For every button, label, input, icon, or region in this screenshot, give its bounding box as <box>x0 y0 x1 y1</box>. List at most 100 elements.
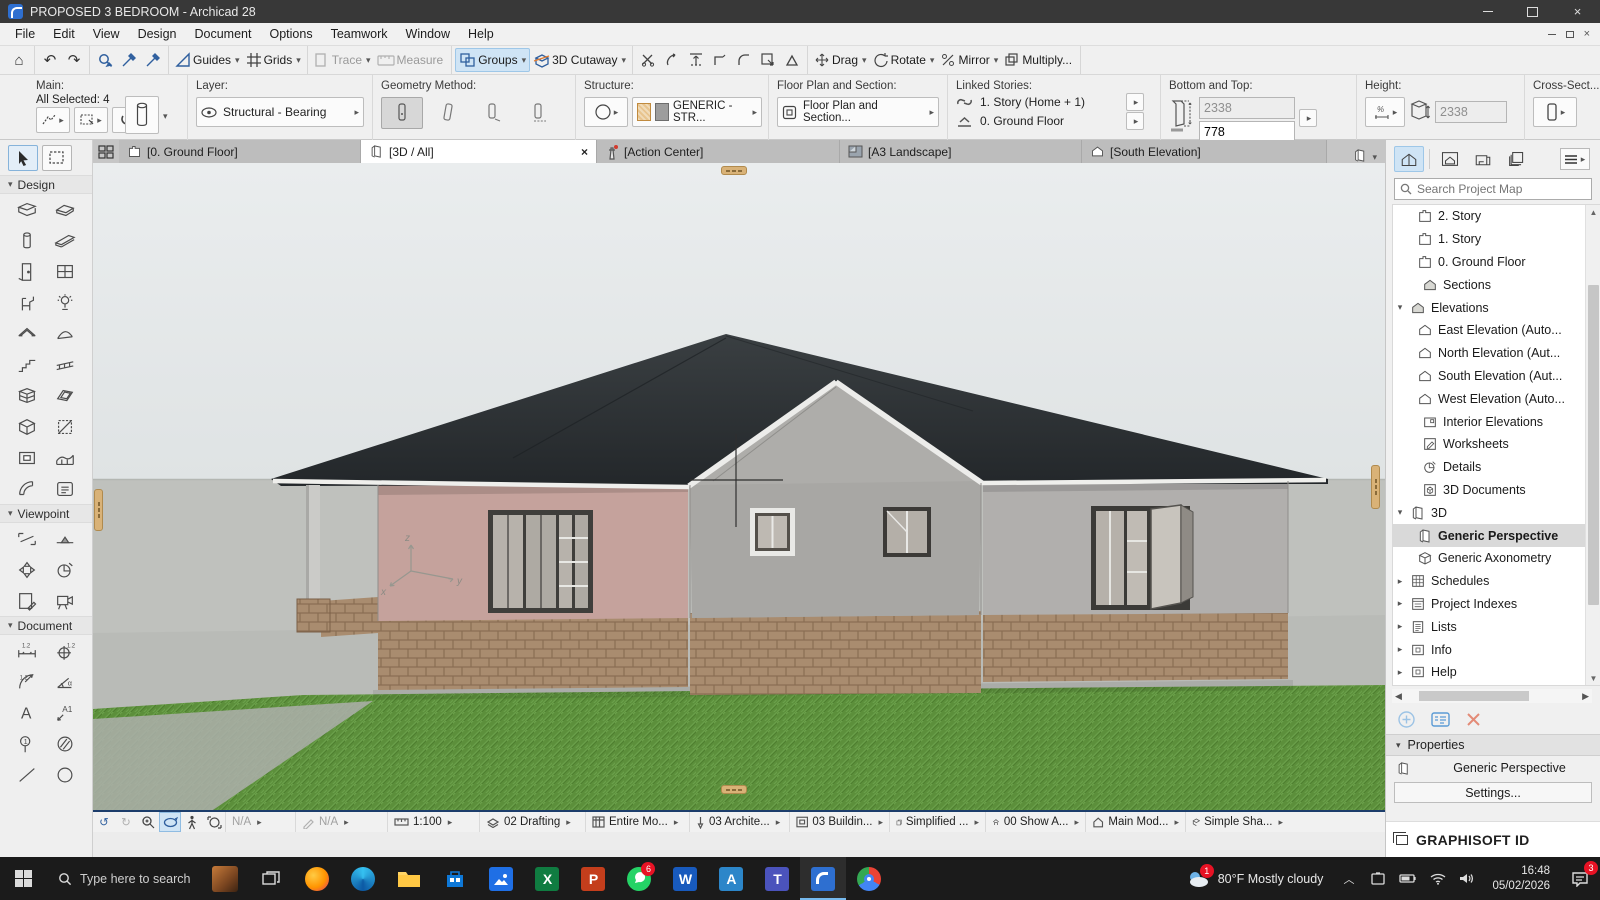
geometry-method-wall-button[interactable] <box>519 97 561 129</box>
multiply-button[interactable]: Multiply... <box>1001 48 1077 72</box>
tree-item-interior-elevations[interactable]: Interior Elevations <box>1393 410 1600 433</box>
graphic-override-selector[interactable]: N/A <box>295 812 387 832</box>
tree-item-project-indexes[interactable]: ▸Project Indexes <box>1393 593 1600 616</box>
find-select-button[interactable] <box>93 48 117 72</box>
radial-dimension-tool[interactable]: 1.2 <box>8 666 46 697</box>
morph-tool[interactable] <box>8 411 46 442</box>
profile-shape-button[interactable] <box>584 97 628 127</box>
word-icon[interactable]: W <box>662 857 708 900</box>
worksheet-tool[interactable] <box>8 585 46 616</box>
tree-item-elevations[interactable]: ▾Elevations <box>1393 296 1600 319</box>
dimension-tool[interactable]: 1.2 <box>8 635 46 666</box>
split-button[interactable] <box>636 48 660 72</box>
height-field[interactable] <box>1435 101 1507 123</box>
marker-tool[interactable]: 1 <box>8 728 46 759</box>
photos-icon[interactable] <box>478 857 524 900</box>
toolbox-section-document[interactable]: Document <box>0 616 92 635</box>
wall-tool[interactable] <box>8 194 46 225</box>
menu-help[interactable]: Help <box>459 27 503 41</box>
3d-cutaway-button[interactable]: 3D Cutaway <box>530 48 629 72</box>
interior-elevation-tool[interactable] <box>8 554 46 585</box>
view-forward-button[interactable]: ↻ <box>115 812 137 832</box>
doc-close-icon[interactable]: × <box>1584 29 1590 39</box>
shell-tool[interactable] <box>46 318 84 349</box>
close-button[interactable]: × <box>1555 0 1600 23</box>
whatsapp-icon[interactable]: 6 <box>616 857 662 900</box>
tab-ground-floor[interactable]: [0. Ground Floor] <box>119 140 361 163</box>
camera-tool[interactable] <box>46 585 84 616</box>
graphisoft-id-bar[interactable]: GRAPHISOFT ID <box>1386 821 1600 857</box>
tree-scrollbar[interactable]: ▲ ▼ <box>1585 205 1600 685</box>
task-view-button[interactable] <box>248 857 294 900</box>
linked-story-home-flyout[interactable] <box>1126 112 1144 130</box>
toolbox-section-design[interactable]: Design <box>0 175 92 194</box>
archicad-icon[interactable] <box>800 857 846 900</box>
trace-button[interactable]: Trace <box>311 48 374 72</box>
new-tab-3d-dropdown[interactable] <box>1352 148 1385 163</box>
magic-wand-button[interactable] <box>780 48 804 72</box>
tree-item-info[interactable]: ▸Info <box>1393 638 1600 661</box>
stories-to-show-selector[interactable]: 00 Show A... <box>985 812 1085 832</box>
maximize-button[interactable] <box>1510 0 1555 23</box>
dimension-standard-selector[interactable]: Simplified ... <box>889 812 985 832</box>
guides-button[interactable]: Guides <box>172 48 243 72</box>
tree-item-west-elevation[interactable]: West Elevation (Auto... <box>1393 387 1600 410</box>
publisher-sets-button[interactable] <box>1501 146 1531 172</box>
linked-story-upper[interactable]: 1. Story (Home + 1) <box>980 95 1085 109</box>
tree-item-worksheets[interactable]: Worksheets <box>1393 433 1600 456</box>
shell-freeform-tool[interactable] <box>8 473 46 504</box>
excel-icon[interactable]: X <box>524 857 570 900</box>
news-interest-tile[interactable] <box>202 857 248 900</box>
zone-tool[interactable] <box>46 411 84 442</box>
expand-arrow-icon[interactable]: ▸ <box>1395 576 1405 587</box>
tree-item-story-2[interactable]: 2. Story <box>1393 205 1600 228</box>
renovation-filter-selector[interactable]: N/A <box>225 812 295 832</box>
stair-tool[interactable] <box>8 349 46 380</box>
tree-item-lists[interactable]: ▸Lists <box>1393 615 1600 638</box>
menu-window[interactable]: Window <box>397 27 459 41</box>
view-map-button[interactable] <box>1435 146 1465 172</box>
collapse-arrow-icon[interactable]: ▾ <box>1395 302 1405 313</box>
geometry-method-slanted-button[interactable] <box>427 97 469 129</box>
battery-icon[interactable] <box>1399 873 1417 884</box>
expand-arrow-icon[interactable]: ▸ <box>1395 667 1405 678</box>
start-button[interactable] <box>0 857 46 900</box>
linked-story-home[interactable]: 0. Ground Floor <box>980 114 1064 128</box>
navigator-search[interactable] <box>1394 178 1592 200</box>
menu-teamwork[interactable]: Teamwork <box>322 27 397 41</box>
tree-item-east-elevation[interactable]: East Elevation (Auto... <box>1393 319 1600 342</box>
model-filter-selector[interactable]: Entire Mo... <box>585 812 689 832</box>
taskbar-search[interactable]: Type here to search <box>46 857 202 900</box>
height-mode-button[interactable]: % <box>1365 97 1405 127</box>
view-back-button[interactable]: ↺ <box>93 812 115 832</box>
zone-stamp-tool[interactable] <box>46 473 84 504</box>
scroll-up-icon[interactable]: ▲ <box>1586 205 1600 219</box>
edge-icon[interactable] <box>340 857 386 900</box>
microsoft-store-icon[interactable] <box>432 857 478 900</box>
linked-story-upper-flyout[interactable] <box>1126 93 1144 111</box>
elevate-button[interactable] <box>684 48 708 72</box>
rotate-button[interactable]: Rotate <box>870 48 938 72</box>
menu-file[interactable]: File <box>6 27 44 41</box>
shadow-settings-selector[interactable]: Simple Sha... <box>1185 812 1289 832</box>
drag-button[interactable]: Drag <box>811 48 870 72</box>
scale-selector[interactable]: 1:100 <box>387 812 479 832</box>
tree-item-north-elevation[interactable]: North Elevation (Aut... <box>1393 342 1600 365</box>
peek-handle-left[interactable] <box>94 489 103 531</box>
doc-minimize-icon[interactable] <box>1548 34 1556 35</box>
tree-item-details[interactable]: Details <box>1393 456 1600 479</box>
arrow-tool[interactable] <box>8 145 38 171</box>
label-tool[interactable]: A1 <box>46 697 84 728</box>
menu-document[interactable]: Document <box>186 27 261 41</box>
add-viewpoint-button[interactable] <box>1398 711 1415 728</box>
menu-design[interactable]: Design <box>129 27 186 41</box>
hscroll-thumb[interactable] <box>1419 691 1529 701</box>
explore-walk-button[interactable] <box>181 812 203 832</box>
door-tool[interactable] <box>8 256 46 287</box>
weather-widget[interactable]: 1 80°F Mostly cloudy <box>1174 857 1336 900</box>
layer-combination-selector[interactable]: 02 Drafting <box>479 812 585 832</box>
expand-arrow-icon[interactable]: ▸ <box>1395 598 1405 609</box>
resize-button[interactable] <box>756 48 780 72</box>
tab-3d-all[interactable]: [3D / All]× <box>361 140 597 163</box>
settings-button[interactable]: Settings... <box>1394 782 1592 803</box>
